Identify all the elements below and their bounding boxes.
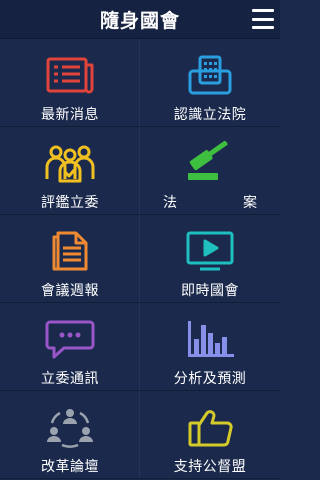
top-bar: 隨身國會 <box>0 0 280 39</box>
legislator-evaluation-icon <box>41 140 99 186</box>
tile-label: 即時國會 <box>181 283 239 299</box>
tile-support-ccw[interactable]: 支持公督盟 <box>140 391 280 479</box>
tile-analysis-forecast[interactable]: 分析及預測 <box>140 303 280 391</box>
tile-weekly-meeting-report[interactable]: 會議週報 <box>0 215 140 303</box>
menu-grid: 最新消息 認識立法院 評鑑立委 法 案 會議週報 即時國會 立委通訊 分析及預測… <box>0 39 280 479</box>
tile-label: 會議週報 <box>41 283 99 299</box>
tile-label: 支持公督盟 <box>173 459 247 475</box>
app-title: 隨身國會 <box>99 9 180 32</box>
thumbs-up-icon <box>181 404 239 450</box>
tile-latest-news[interactable]: 最新消息 <box>0 39 140 127</box>
tile-evaluate-legislators[interactable]: 評鑑立委 <box>0 127 140 215</box>
live-video-icon <box>181 228 239 274</box>
tile-live-parliament[interactable]: 即時國會 <box>140 215 280 303</box>
newspaper-icon <box>41 52 99 98</box>
bar-chart-icon <box>181 316 239 362</box>
tile-label: 最新消息 <box>41 107 99 123</box>
document-icon <box>41 228 99 274</box>
hamburger-menu-icon[interactable] <box>252 9 274 29</box>
tile-label: 改革論壇 <box>41 459 99 475</box>
tile-label: 立委通訊 <box>41 371 99 387</box>
tile-bills[interactable]: 法 案 <box>140 127 280 215</box>
tile-label: 分析及預測 <box>173 371 247 387</box>
tile-reform-forum[interactable]: 改革論壇 <box>0 391 140 479</box>
tile-label: 認識立法院 <box>173 107 247 123</box>
tile-label: 評鑑立委 <box>41 195 99 211</box>
tile-label: 法 案 <box>163 195 283 211</box>
tile-about-legislature[interactable]: 認識立法院 <box>140 39 280 127</box>
legislature-building-icon <box>181 52 239 98</box>
chat-bubble-icon <box>41 316 99 362</box>
gavel-icon <box>181 140 239 186</box>
community-forum-icon <box>41 404 99 450</box>
tile-legislator-contacts[interactable]: 立委通訊 <box>0 303 140 391</box>
